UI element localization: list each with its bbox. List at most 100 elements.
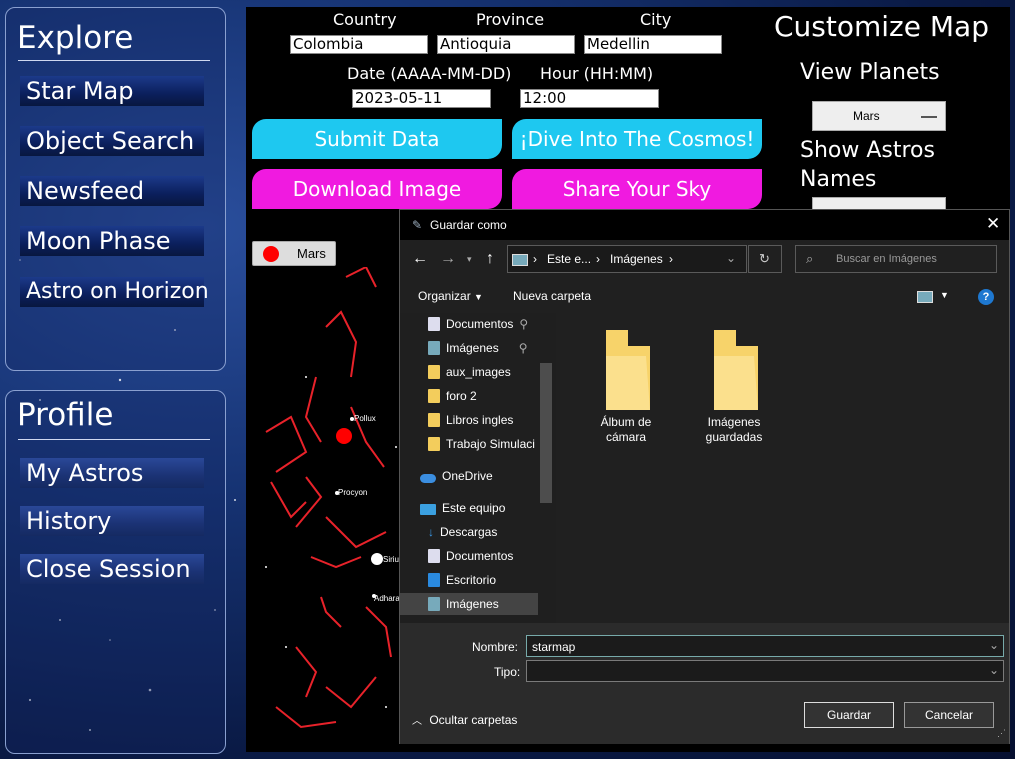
pictures-folder-icon — [512, 254, 528, 266]
share-sky-button[interactable]: Share Your Sky — [512, 169, 762, 209]
folder-icon — [428, 437, 440, 451]
date-input[interactable]: 2023-05-11 — [352, 89, 491, 108]
refresh-button[interactable]: ↻ — [748, 245, 782, 273]
search-icon: ⌕ — [806, 251, 814, 266]
nav-pane-item[interactable]: Trabajo Simulaci — [428, 433, 535, 455]
customize-title: Customize Map — [774, 10, 989, 43]
nav-pane-item[interactable]: ↓ Descargas — [428, 521, 497, 543]
nav-pane-item-label: Trabajo Simulaci — [446, 437, 535, 451]
nav-my-astros[interactable]: My Astros — [20, 458, 204, 488]
city-label: City — [640, 10, 672, 29]
nav-pane-item-label: Documentos — [446, 317, 514, 331]
download-image-button[interactable]: Download Image — [252, 169, 502, 209]
address-bar[interactable]: › Este e... › Imágenes › ⌄ — [507, 245, 747, 273]
filetype-label: Tipo: — [494, 665, 521, 679]
nav-pane-item[interactable]: Libros ingles — [428, 409, 513, 431]
nav-scrollbar[interactable] — [540, 363, 552, 503]
nav-newsfeed[interactable]: Newsfeed — [20, 176, 204, 206]
navigation-pane: Documentos ⚲ Imágenes ⚲ aux_images foro 2 … — [400, 313, 556, 623]
explore-divider — [18, 60, 210, 61]
filetype-dropdown-icon[interactable]: ⌄ — [989, 663, 999, 677]
up-arrow-icon[interactable]: ↑ — [486, 250, 494, 268]
nav-pane-item[interactable]: foro 2 — [428, 385, 477, 407]
folder-item[interactable]: Imágenes guardadas — [698, 328, 770, 445]
mars-marker-icon — [336, 428, 352, 444]
planet-select[interactable]: Mars — [812, 101, 946, 131]
cancel-button[interactable]: Cancelar — [904, 702, 994, 728]
star-map[interactable]: Pollux Procyon Sirius Adhara — [246, 267, 406, 747]
nav-astro-on-horizon[interactable]: Astro on Horizon — [20, 277, 209, 307]
nav-pane-item-label: Imágenes — [446, 597, 499, 611]
country-input[interactable]: Colombia — [290, 35, 428, 54]
nav-pane-item-label: Imágenes — [446, 341, 499, 355]
breadcrumb-this-pc[interactable]: Este e... — [547, 252, 591, 266]
dialog-titlebar: ✎ Guardar como ✕ — [400, 210, 1009, 240]
nav-pane-item[interactable]: aux_images — [428, 361, 511, 383]
nav-moon-phase[interactable]: Moon Phase — [20, 226, 204, 256]
nav-pane-item[interactable]: Imágenes ⚲ — [428, 337, 528, 359]
nav-pane-item[interactable]: Documentos ⚲ — [428, 313, 528, 335]
nav-pane-item[interactable]: Escritorio — [428, 569, 496, 591]
address-dropdown-icon[interactable]: ⌄ — [726, 251, 736, 265]
document-icon — [428, 549, 440, 563]
dive-cosmos-button[interactable]: ¡Dive Into The Cosmos! — [512, 119, 762, 159]
view-chevron-icon[interactable]: ▼ — [940, 290, 949, 300]
date-label: Date (AAAA-MM-DD) — [347, 64, 512, 83]
nav-pane-item-selected[interactable]: Imágenes — [400, 593, 538, 615]
filename-dropdown-icon[interactable]: ⌄ — [989, 638, 999, 652]
nav-close-session[interactable]: Close Session — [20, 554, 204, 584]
refresh-icon: ↻ — [759, 251, 770, 266]
pictures-icon — [428, 341, 440, 355]
profile-divider — [18, 439, 210, 440]
star-label-procyon: Procyon — [338, 488, 367, 497]
filename-label: Nombre: — [472, 640, 519, 654]
dialog-title: Guardar como — [430, 218, 507, 232]
folder-icon — [428, 413, 440, 427]
nav-pane-item[interactable]: OneDrive — [420, 465, 493, 487]
submit-data-button[interactable]: Submit Data — [252, 119, 502, 159]
folder-icon — [428, 365, 440, 379]
nav-pane-item[interactable]: Este equipo — [420, 497, 505, 519]
nav-pane-item-label: OneDrive — [442, 469, 493, 483]
breadcrumb-pictures[interactable]: Imágenes — [610, 252, 663, 266]
recent-chevron-icon[interactable]: ▾ — [467, 254, 472, 265]
folder-icon — [428, 389, 440, 403]
folder-label: Álbum de cámara — [600, 415, 652, 444]
country-label: Country — [333, 10, 397, 29]
folder-item[interactable]: Álbum de cámara — [590, 328, 662, 445]
province-input[interactable]: Antioquia — [437, 35, 575, 54]
nav-pane-item-label: Este equipo — [442, 501, 506, 515]
search-box[interactable]: ⌕ Buscar en Imágenes — [795, 245, 997, 273]
nav-pane-item[interactable]: Documentos — [428, 545, 513, 567]
folder-icon — [606, 330, 650, 410]
planet-legend-label: Mars — [297, 246, 326, 261]
nav-star-map[interactable]: Star Map — [20, 76, 204, 106]
new-folder-button[interactable]: Nueva carpeta — [513, 289, 591, 303]
forward-arrow-icon[interactable]: → — [440, 250, 456, 268]
filetype-select[interactable]: ⌄ — [526, 660, 1004, 682]
save-button[interactable]: Guardar — [804, 702, 894, 728]
help-icon[interactable]: ? — [978, 289, 994, 305]
organize-label: Organizar — [418, 289, 471, 303]
breadcrumb-separator-icon: › — [533, 252, 537, 266]
hour-input[interactable]: 12:00 — [520, 89, 659, 108]
hour-label: Hour (HH:MM) — [540, 64, 654, 83]
dialog-close-icon[interactable]: ✕ — [986, 214, 1000, 234]
resize-grip-icon[interactable]: ⋰ — [997, 728, 1006, 739]
breadcrumb-separator-icon: › — [596, 252, 600, 266]
view-options-icon[interactable] — [917, 291, 933, 303]
filename-input[interactable]: starmap ⌄ — [526, 635, 1004, 657]
view-planets-label: View Planets — [800, 60, 940, 85]
pictures-icon — [428, 597, 440, 611]
organize-menu[interactable]: Organizar ▼ — [418, 289, 483, 303]
nav-object-search[interactable]: Object Search — [20, 126, 204, 156]
downloads-icon: ↓ — [428, 525, 434, 539]
star-label-adhara: Adhara — [374, 594, 400, 603]
nav-history[interactable]: History — [20, 506, 204, 536]
back-arrow-icon[interactable]: ← — [412, 250, 428, 268]
nav-pane-item-label: Libros ingles — [446, 413, 514, 427]
star-label-pollux: Pollux — [354, 414, 376, 423]
city-input[interactable]: Medellin — [584, 35, 722, 54]
pin-icon: ⚲ — [518, 341, 528, 355]
hide-folders-toggle[interactable]: ︿ Ocultar carpetas — [412, 712, 517, 727]
